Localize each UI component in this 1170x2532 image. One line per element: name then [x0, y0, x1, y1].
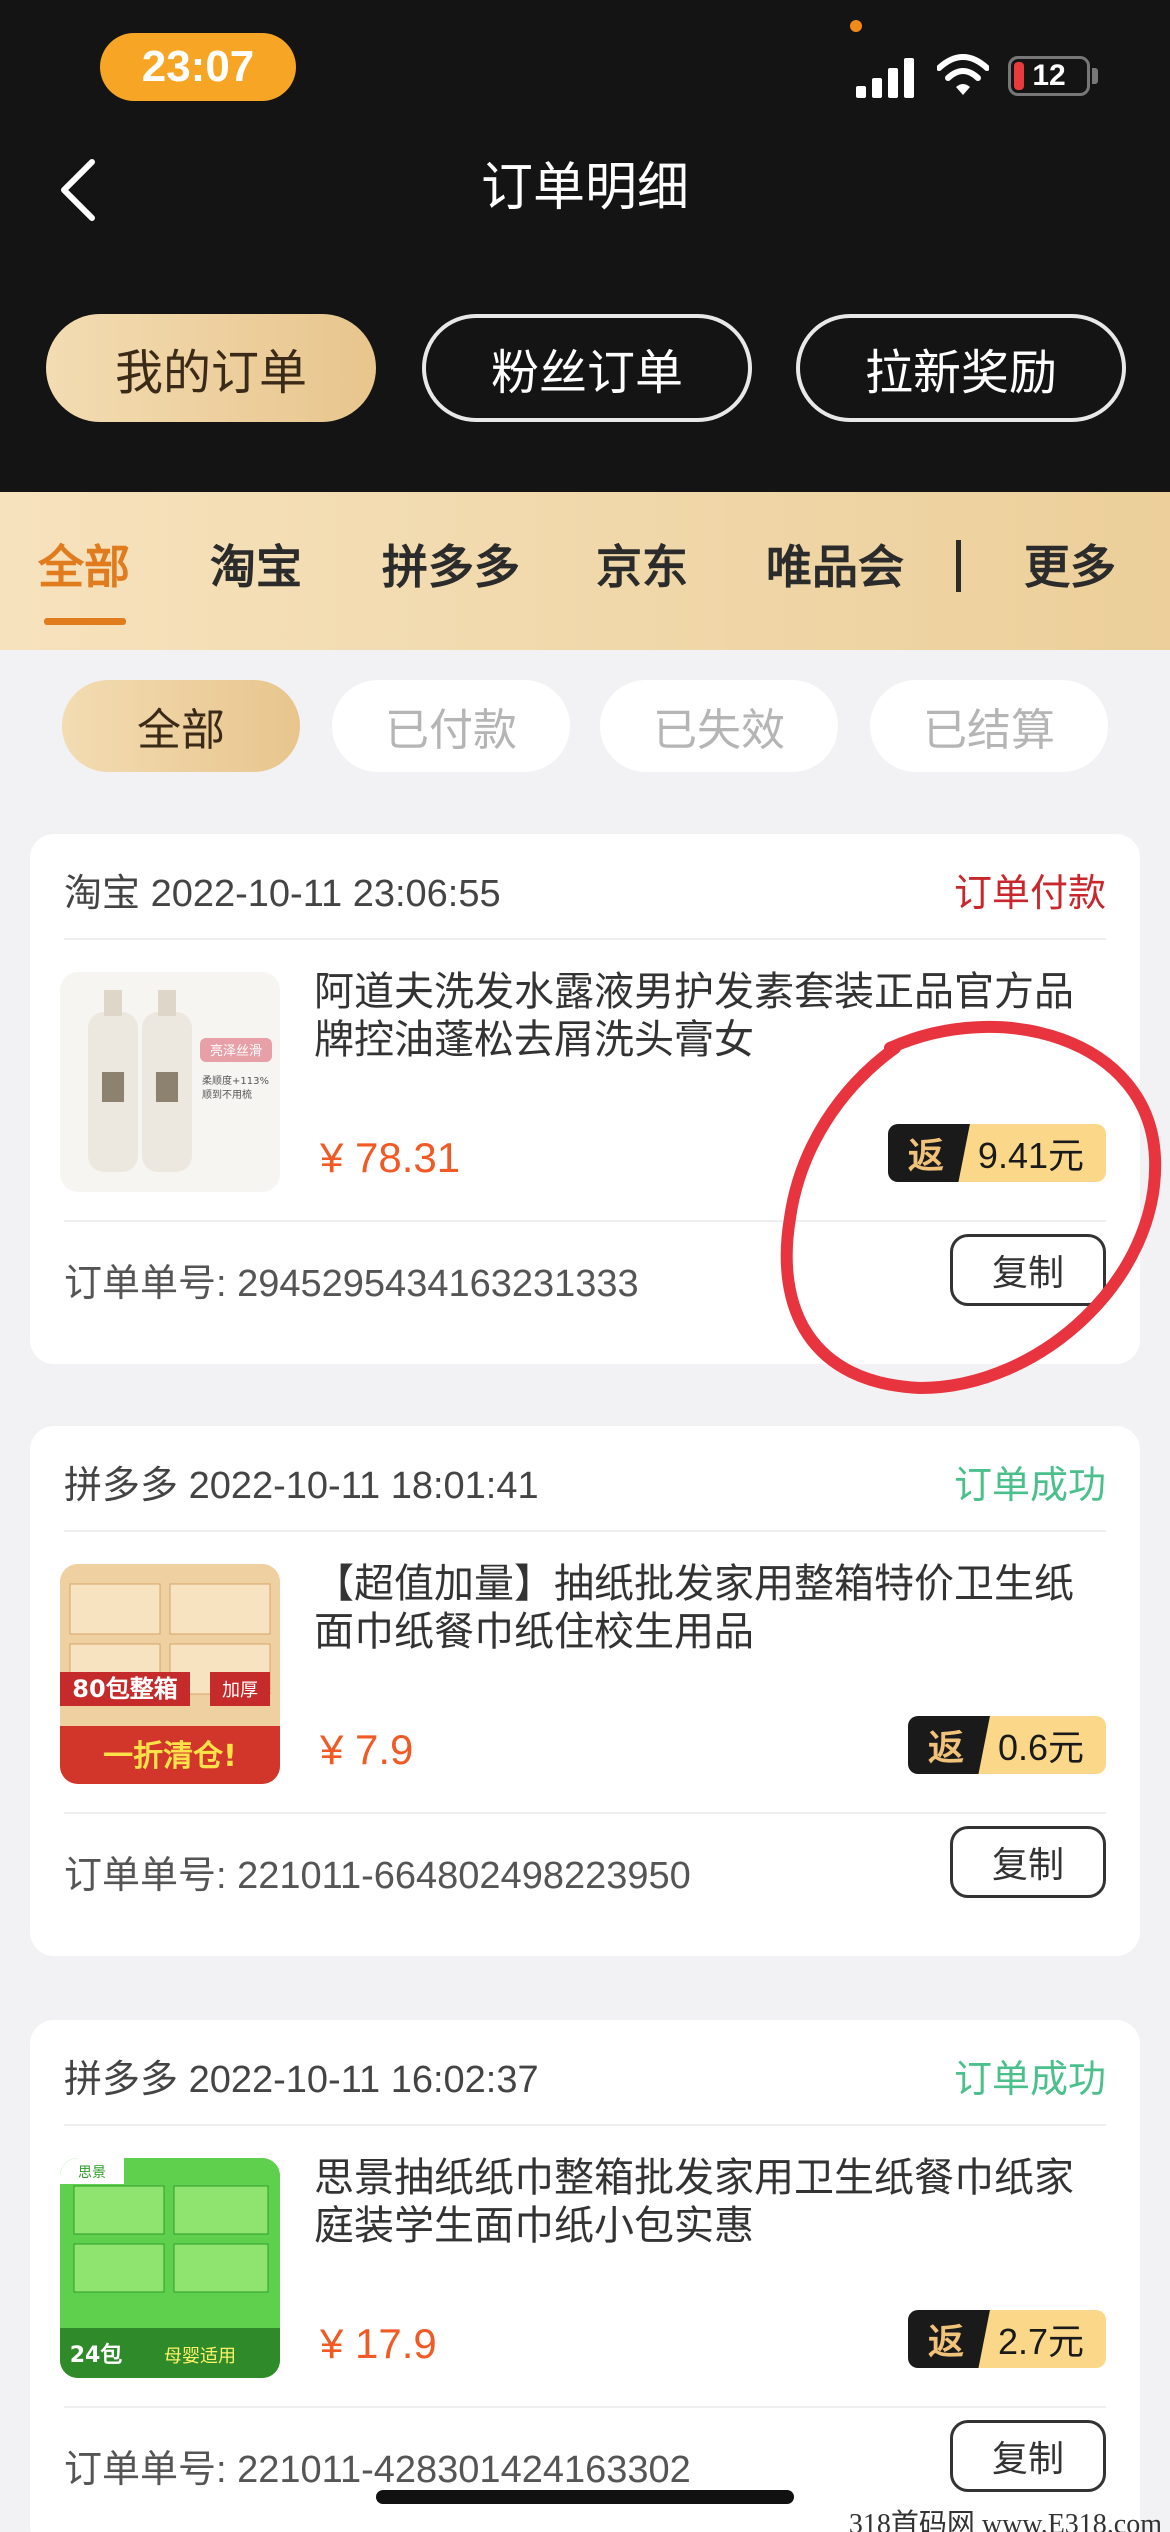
- thumb-label: 24包: [70, 2342, 123, 2368]
- thumb-label: 亮泽丝滑: [210, 1043, 262, 1059]
- rebate-badge: 返 9.41元: [887, 1124, 1106, 1182]
- chip-settled[interactable]: 已结算: [870, 680, 1108, 772]
- rebate-label: 返: [907, 1716, 990, 1774]
- order-datetime: 2022-10-11 18:01:41: [188, 1465, 539, 1507]
- copy-button[interactable]: 复制: [950, 1826, 1106, 1898]
- product-price: ¥ 78.31: [320, 1134, 461, 1181]
- product-image[interactable]: 亮泽丝滑 柔顺度+113% 顺到不用梳: [60, 972, 280, 1192]
- status-time: 23:07: [100, 33, 296, 101]
- svg-text:加厚: 加厚: [222, 1680, 258, 1701]
- divider: [64, 2406, 1106, 2408]
- order-card: 淘宝 2022-10-11 23:06:55 订单付款 亮泽丝滑 柔顺度+113…: [30, 834, 1140, 1364]
- page-title: 订单明细: [480, 159, 689, 217]
- order-datetime: 2022-10-11 16:02:37: [188, 2059, 539, 2101]
- order-number: 221011-664802498223950: [237, 1855, 691, 1897]
- chip-all[interactable]: 全部: [62, 680, 300, 772]
- chip-expired[interactable]: 已失效: [600, 680, 838, 772]
- tab-jd[interactable]: 京东: [596, 492, 688, 650]
- header: 23:07 12 订单明细 我的订单 粉丝订单 拉新奖励: [0, 0, 1170, 492]
- segment-my-orders[interactable]: 我的订单: [46, 314, 376, 422]
- copy-button[interactable]: 复制: [950, 1234, 1106, 1306]
- order-number-label: 订单单号:: [64, 2449, 227, 2491]
- svg-text:思景: 思景: [78, 2165, 106, 2181]
- tab-more[interactable]: 更多: [1024, 492, 1116, 650]
- order-status: 订单成功: [953, 2059, 1106, 2101]
- order-type-segments: 我的订单 粉丝订单 拉新奖励: [46, 314, 1126, 422]
- svg-text:柔顺度+113%: 柔顺度+113%: [202, 1074, 269, 1087]
- segment-referral-rewards[interactable]: 拉新奖励: [796, 314, 1126, 422]
- product-image[interactable]: 80包整箱 加厚 一折清仓!: [60, 1564, 280, 1784]
- svg-text:顺到不用梳: 顺到不用梳: [202, 1088, 252, 1101]
- product-name[interactable]: 思景抽纸纸巾整箱批发家用卫生纸餐巾纸家庭装学生面巾纸小包实惠: [314, 2154, 1110, 2250]
- rebate-amount: 0.6元: [977, 1716, 1106, 1774]
- battery-icon: 12: [1008, 56, 1090, 96]
- rebate-badge: 返 0.6元: [907, 1716, 1106, 1774]
- home-indicator[interactable]: [376, 2490, 794, 2504]
- active-tab-indicator: [44, 618, 126, 625]
- chip-paid[interactable]: 已付款: [332, 680, 570, 772]
- product-name[interactable]: 【超值加量】抽纸批发家用整箱特价卫生纸面巾纸餐巾纸住校生用品: [314, 1560, 1110, 1656]
- watermark: 318首码网 www.E318.com: [848, 2509, 1162, 2532]
- order-header: 拼多多 2022-10-11 16:02:37 订单成功: [64, 2020, 1106, 2126]
- tab-divider: [956, 540, 961, 592]
- order-status: 订单成功: [953, 1465, 1106, 1507]
- svg-text:母婴适用: 母婴适用: [164, 2346, 236, 2367]
- svg-text:一折清仓!: 一折清仓!: [103, 1739, 237, 1774]
- wifi-icon: [937, 54, 989, 95]
- rebate-badge: 返 2.7元: [907, 2310, 1106, 2368]
- rebate-label: 返: [887, 1124, 970, 1182]
- divider: [64, 1220, 1106, 1222]
- order-number-label: 订单单号:: [64, 1263, 227, 1305]
- thumb-label: 80包整箱: [72, 1675, 177, 1703]
- order-header: 淘宝 2022-10-11 23:06:55 订单付款: [64, 834, 1106, 940]
- order-status: 订单付款: [953, 873, 1106, 915]
- product-image[interactable]: 思景 24包 母婴适用: [60, 2158, 280, 2378]
- order-platform: 拼多多: [64, 1465, 179, 1507]
- order-number: 2945295434163231333: [237, 1263, 639, 1305]
- order-header: 拼多多 2022-10-11 18:01:41 订单成功: [64, 1426, 1106, 1532]
- order-card: 拼多多 2022-10-11 18:01:41 订单成功 80包整箱 加厚 一折…: [30, 1426, 1140, 1956]
- tab-all[interactable]: 全部: [38, 492, 130, 650]
- product-price: ¥ 7.9: [320, 1726, 414, 1773]
- tab-vip[interactable]: 唯品会: [766, 492, 904, 650]
- product-price: ¥ 17.9: [320, 2320, 437, 2367]
- order-platform: 淘宝: [64, 873, 141, 915]
- copy-button[interactable]: 复制: [950, 2420, 1106, 2492]
- order-datetime: 2022-10-11 23:06:55: [150, 873, 501, 915]
- order-number-label: 订单单号:: [64, 1855, 227, 1897]
- tab-pinduoduo[interactable]: 拼多多: [382, 492, 520, 650]
- recording-dot-icon: [850, 20, 862, 32]
- cellular-signal-icon: [856, 56, 916, 98]
- platform-tabs: 全部 淘宝 拼多多 京东 唯品会 更多: [0, 492, 1170, 650]
- rebate-amount: 2.7元: [977, 2310, 1106, 2368]
- segment-fan-orders[interactable]: 粉丝订单: [422, 314, 752, 422]
- product-name[interactable]: 阿道夫洗发水露液男护发素套装正品官方品牌控油蓬松去屑洗头膏女: [314, 968, 1110, 1064]
- order-number: 221011-428301424163302: [237, 2449, 691, 2491]
- battery-level: 12: [1032, 59, 1066, 92]
- order-card: 拼多多 2022-10-11 16:02:37 订单成功 思景 24包 母婴适用…: [30, 2020, 1140, 2532]
- divider: [64, 1812, 1106, 1814]
- tab-taobao[interactable]: 淘宝: [210, 492, 302, 650]
- status-bar: 23:07 12: [0, 0, 1170, 140]
- order-platform: 拼多多: [64, 2059, 179, 2101]
- rebate-label: 返: [907, 2310, 990, 2368]
- rebate-amount: 9.41元: [957, 1124, 1106, 1182]
